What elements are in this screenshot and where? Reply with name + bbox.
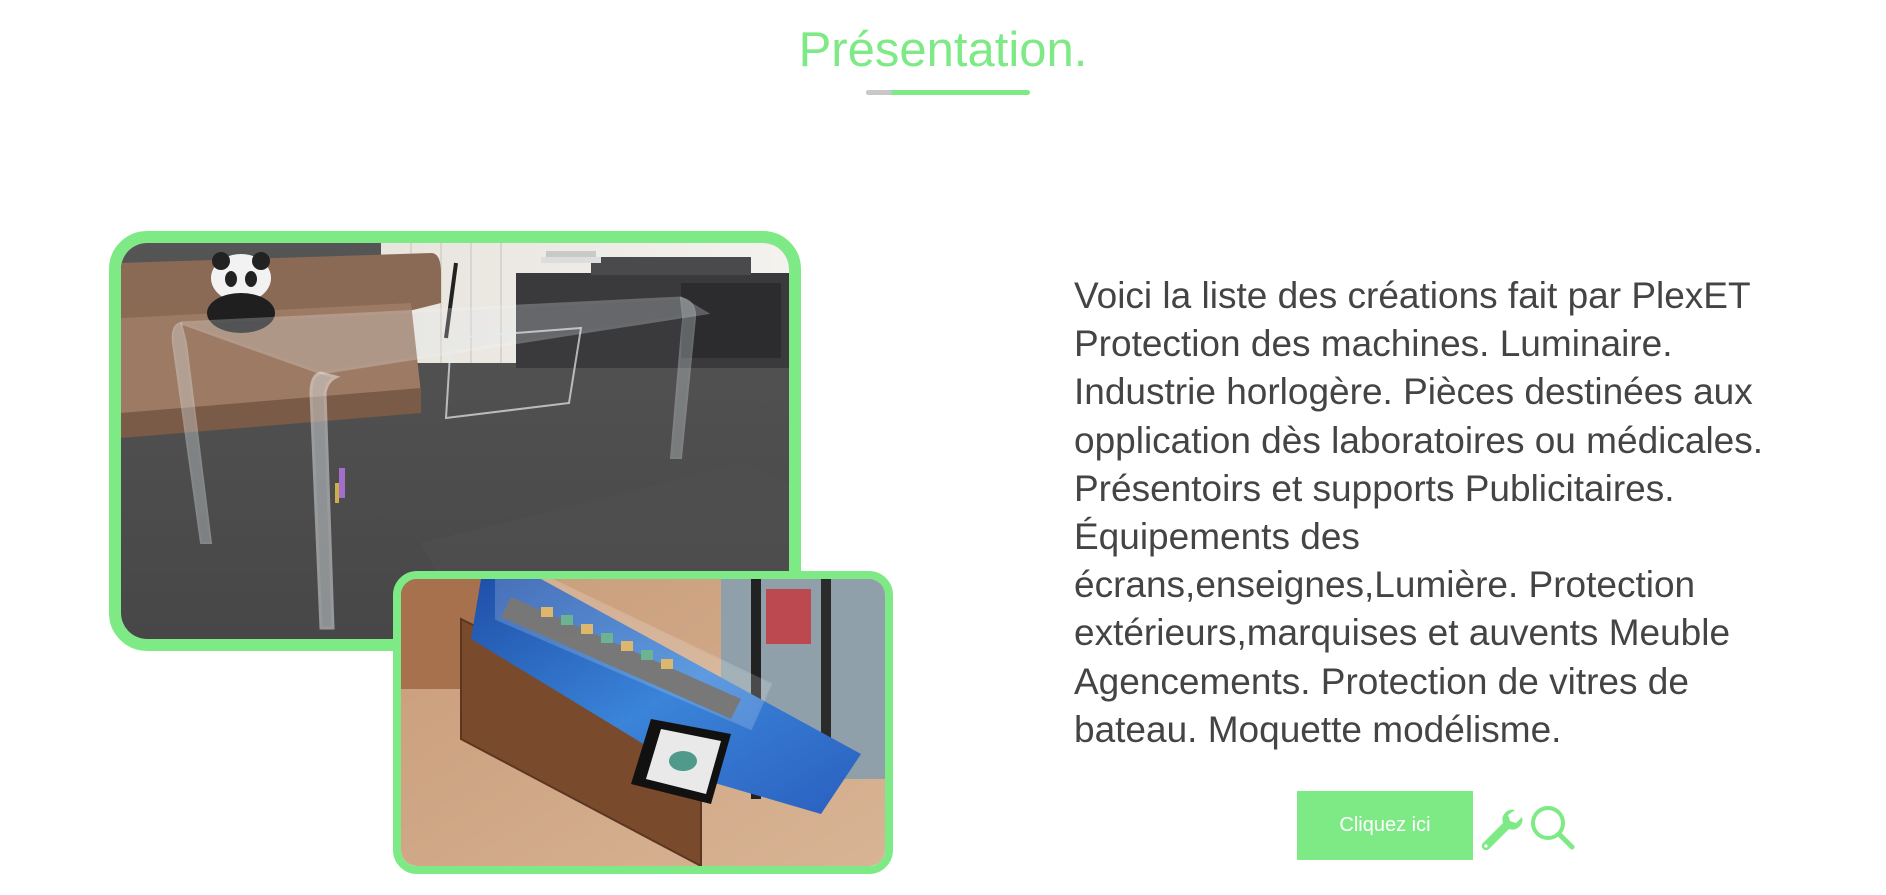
acrylic-ship-case-photo bbox=[393, 571, 893, 874]
ship-case-illustration bbox=[401, 579, 885, 866]
title-underline-accent bbox=[866, 90, 892, 95]
wrench-icon[interactable] bbox=[1477, 806, 1523, 852]
creations-description: Voici la liste des créations fait par Pl… bbox=[1074, 275, 1764, 750]
click-here-button[interactable]: Cliquez ici bbox=[1297, 791, 1473, 860]
search-icon[interactable] bbox=[1528, 803, 1576, 851]
section-title: Présentation. bbox=[798, 23, 1088, 77]
